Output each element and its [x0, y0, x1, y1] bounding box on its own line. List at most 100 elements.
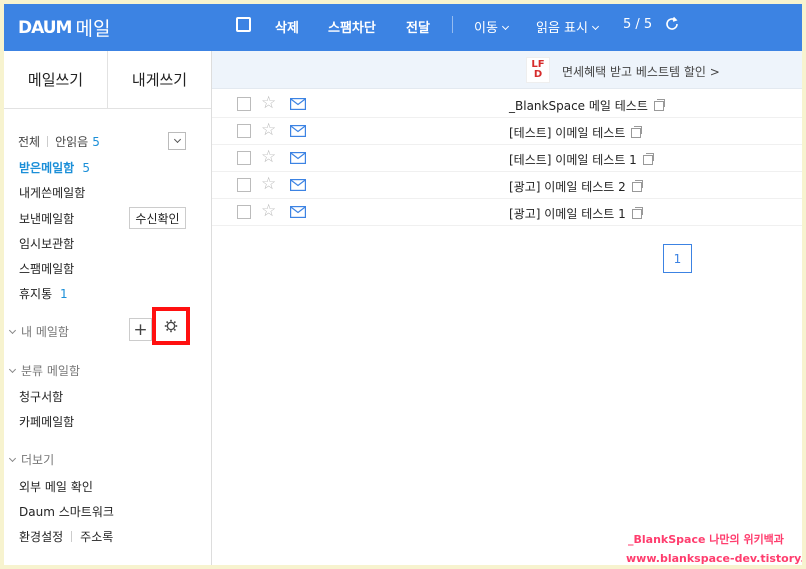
write-to-me-button[interactable]: 내게쓰기: [108, 51, 211, 108]
filter-unread[interactable]: 안읽음: [55, 133, 88, 150]
inbox-count: 5: [82, 161, 91, 175]
forward-button[interactable]: 전달: [406, 17, 430, 36]
page-button[interactable]: 1: [663, 244, 692, 273]
watermark-url: www.blankspace-dev.tistory.com: [626, 552, 802, 565]
mail-row[interactable]: ☆ [광고] 이메일 테스트 1: [212, 199, 802, 226]
folder-inbox-label: 받은메일함: [19, 161, 75, 175]
folder-inbox[interactable]: 받은메일함 5: [19, 159, 90, 176]
chevron-down-icon: [501, 22, 509, 31]
banner-logo-line2: D: [533, 69, 543, 80]
envelope-icon[interactable]: [290, 98, 306, 110]
delete-button[interactable]: 삭제: [275, 17, 299, 36]
move-dropdown[interactable]: 이동: [474, 17, 509, 36]
mail-list-panel: LF D 면세혜택 받고 베스트템 할인 > ☆ _BlankSpace 메일 …: [212, 51, 802, 565]
folder-drafts[interactable]: 임시보관함: [19, 235, 74, 252]
category-label: 분류 메일함: [21, 364, 81, 378]
folder-trash[interactable]: 휴지통 1: [19, 285, 68, 302]
compose-button[interactable]: 메일쓰기: [4, 51, 108, 108]
watermark-title: _BlankSpace 나만의 위키백과: [628, 533, 784, 546]
app-window: DAUM 메일 삭제 스팸차단 전달 이동 읽음 표시 5 / 5 메일쓰기 내…: [4, 4, 802, 565]
mail-subject[interactable]: [테스트] 이메일 테스트 1: [509, 151, 654, 168]
mail-subject-text: [광고] 이메일 테스트 1: [509, 207, 626, 221]
folder-sent[interactable]: 보낸메일함: [19, 210, 74, 227]
gear-icon: [164, 319, 178, 333]
mail-subject[interactable]: [광고] 이메일 테스트 1: [509, 205, 643, 222]
smartwork-link[interactable]: Daum 스마트워크: [19, 503, 114, 520]
add-mailbox-button[interactable]: +: [129, 318, 152, 341]
mail-subject[interactable]: _BlankSpace 메일 테스트: [509, 97, 665, 114]
addressbook-link[interactable]: 주소록: [80, 530, 113, 544]
banner-text[interactable]: 면세혜택 받고 베스트템 할인 >: [562, 63, 720, 80]
service-name: 메일: [75, 18, 111, 40]
open-new-window-icon[interactable]: [653, 98, 665, 111]
mail-checkbox[interactable]: [237, 151, 251, 165]
more-label: 더보기: [21, 453, 55, 467]
mark-read-dropdown[interactable]: 읽음 표시: [536, 17, 600, 36]
open-new-window-icon[interactable]: [631, 179, 643, 192]
star-icon[interactable]: ☆: [261, 174, 276, 194]
collapse-button[interactable]: [168, 132, 186, 150]
external-mail-link[interactable]: 외부 메일 확인: [19, 478, 93, 495]
open-new-window-icon[interactable]: [642, 152, 654, 165]
mail-checkbox[interactable]: [237, 205, 251, 219]
divider: [47, 136, 49, 147]
mail-subject[interactable]: [광고] 이메일 테스트 2: [509, 178, 643, 195]
logo[interactable]: DAUM 메일: [18, 14, 110, 41]
filter-row: 전체 안읽음 5: [18, 133, 188, 150]
mail-row[interactable]: ☆ [테스트] 이메일 테스트: [212, 118, 802, 145]
star-icon[interactable]: ☆: [261, 93, 276, 113]
select-all-checkbox[interactable]: [236, 17, 251, 32]
top-bar: DAUM 메일 삭제 스팸차단 전달 이동 읽음 표시 5 / 5: [4, 4, 802, 51]
star-icon[interactable]: ☆: [261, 120, 276, 140]
mail-checkbox[interactable]: [237, 124, 251, 138]
mail-row[interactable]: ☆ [테스트] 이메일 테스트 1: [212, 145, 802, 172]
mail-subject-text: [광고] 이메일 테스트 2: [509, 180, 626, 194]
mailbox-settings-button[interactable]: [161, 316, 181, 336]
mail-subject-text: _BlankSpace 메일 테스트: [509, 99, 648, 113]
envelope-icon[interactable]: [290, 206, 306, 218]
envelope-icon[interactable]: [290, 179, 306, 191]
page-counter: 5 / 5: [623, 17, 653, 32]
settings-link[interactable]: 환경설정: [19, 530, 63, 544]
open-new-window-icon[interactable]: [631, 206, 643, 219]
mail-checkbox[interactable]: [237, 97, 251, 111]
star-icon[interactable]: ☆: [261, 201, 276, 221]
banner-logo: LF D: [526, 57, 550, 83]
mark-read-label: 읽음 표시: [536, 21, 588, 36]
mail-subject-text: [테스트] 이메일 테스트: [509, 126, 626, 140]
trash-count: 1: [59, 287, 68, 301]
my-mailbox-label: 내 메일함: [21, 325, 69, 339]
unread-count: 5: [92, 134, 100, 149]
sidebar: 메일쓰기 내게쓰기 전체 안읽음 5 받은메일함 5 내게쓴메일함 보낸메일함 …: [4, 51, 212, 565]
my-mailbox-section[interactable]: 내 메일함: [8, 323, 69, 340]
plus-icon: +: [133, 319, 148, 340]
bottom-links: 환경설정 주소록: [19, 528, 113, 545]
compose-area: 메일쓰기 내게쓰기: [4, 51, 211, 109]
block-spam-button[interactable]: 스팸차단: [328, 17, 376, 36]
star-icon[interactable]: ☆: [261, 147, 276, 167]
folder-spam[interactable]: 스팸메일함: [19, 260, 74, 277]
refresh-icon[interactable]: [664, 16, 680, 32]
open-new-window-icon[interactable]: [631, 125, 643, 138]
category-section[interactable]: 분류 메일함: [8, 362, 80, 379]
filter-all[interactable]: 전체: [18, 133, 40, 150]
mail-subject[interactable]: [테스트] 이메일 테스트: [509, 124, 643, 141]
read-receipt-button[interactable]: 수신확인: [129, 207, 186, 229]
envelope-icon[interactable]: [290, 125, 306, 137]
envelope-icon[interactable]: [290, 152, 306, 164]
mail-row[interactable]: ☆ _BlankSpace 메일 테스트: [212, 91, 802, 118]
toolbar-divider: [452, 16, 453, 33]
folder-bills[interactable]: 청구서함: [19, 388, 63, 405]
folder-sent-to-me[interactable]: 내게쓴메일함: [19, 184, 85, 201]
move-label: 이동: [474, 21, 498, 36]
logo-brand: DAUM: [18, 17, 72, 38]
ad-banner[interactable]: LF D 면세혜택 받고 베스트템 할인 >: [212, 51, 802, 89]
mail-row[interactable]: ☆ [광고] 이메일 테스트 2: [212, 172, 802, 199]
chevron-down-icon: [8, 454, 17, 462]
folder-cafe[interactable]: 카페메일함: [19, 413, 74, 430]
mail-subject-text: [테스트] 이메일 테스트 1: [509, 153, 637, 167]
mail-checkbox[interactable]: [237, 178, 251, 192]
more-section[interactable]: 더보기: [8, 451, 54, 468]
chevron-down-icon: [8, 326, 17, 334]
folder-trash-label: 휴지통: [19, 287, 53, 301]
